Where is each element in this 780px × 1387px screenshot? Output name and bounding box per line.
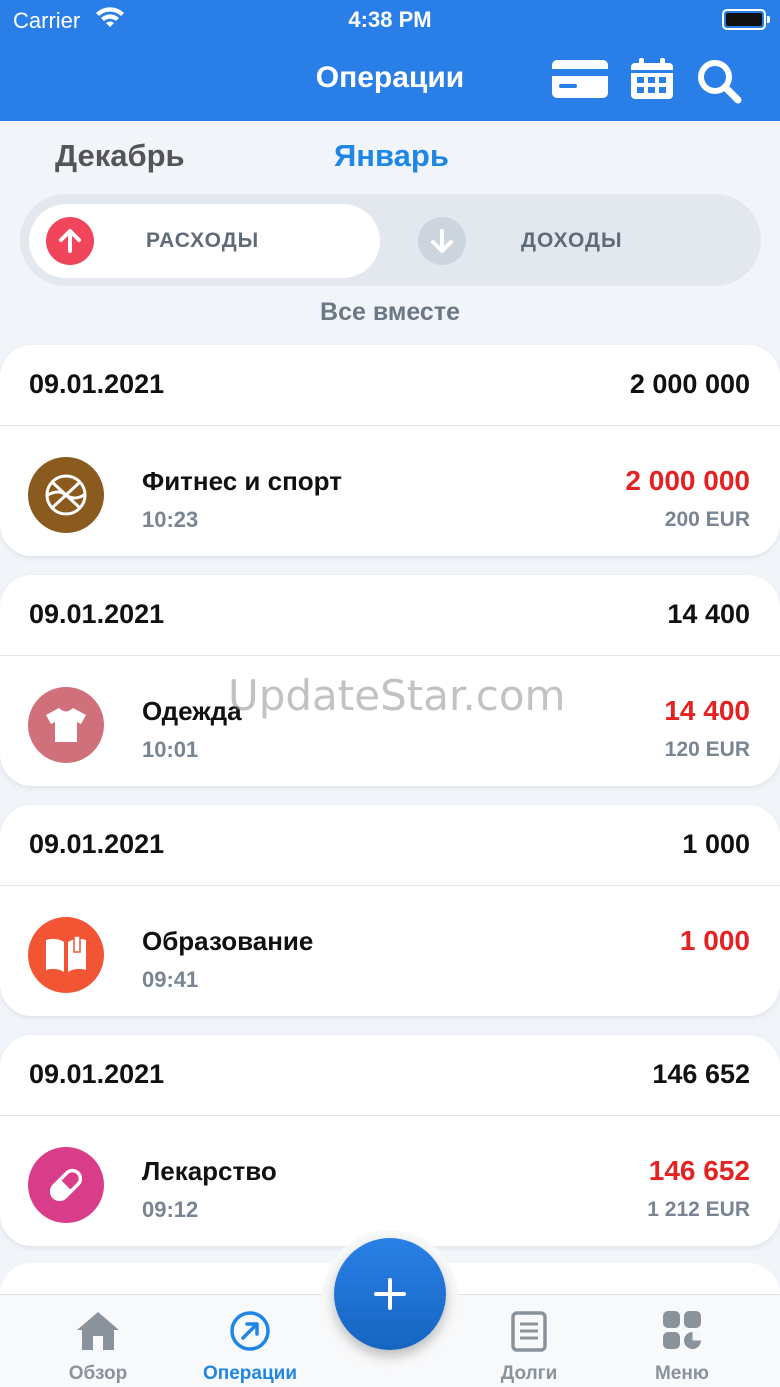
pill-icon xyxy=(28,1147,104,1223)
operation-amount: 1 000 xyxy=(679,925,750,956)
header: Carrier 4:38 PM Операции xyxy=(0,0,780,121)
operation-group[interactable]: 09.01.2021 146 652 Лекарство 09:12 146 6… xyxy=(0,1035,780,1246)
tab-menu-label: Меню xyxy=(654,1363,710,1384)
operation-amount: 14 400 xyxy=(664,695,750,726)
book-icon xyxy=(28,917,104,993)
category-name: Лекарство xyxy=(142,1156,277,1186)
operation-time: 09:41 xyxy=(142,967,199,992)
category-name: Образование xyxy=(142,926,314,956)
menu-icon xyxy=(663,1311,701,1349)
tab-debts-label: Долги xyxy=(500,1363,558,1384)
tab-month-current[interactable]: Январь xyxy=(334,138,449,174)
group-date: 09.01.2021 xyxy=(29,599,165,629)
plus-icon xyxy=(374,1278,406,1310)
group-date: 09.01.2021 xyxy=(29,1059,165,1089)
operation-amount-eur: 200 EUR xyxy=(664,508,750,531)
category-name: Фитнес и спорт xyxy=(142,466,342,496)
group-total: 1 000 xyxy=(682,829,750,859)
search-icon[interactable] xyxy=(696,58,742,104)
add-operation-button[interactable] xyxy=(334,1238,446,1350)
group-total: 146 652 xyxy=(652,1059,750,1089)
debts-icon xyxy=(511,1311,547,1352)
group-total: 14 400 xyxy=(667,599,750,629)
operation-group[interactable]: 09.01.2021 2 000 000 Фитнес и спорт 10:2… xyxy=(0,345,780,556)
divider xyxy=(0,425,780,426)
status-bar: Carrier 4:38 PM xyxy=(0,0,780,40)
operation-time: 09:12 xyxy=(142,1197,199,1222)
tab-operations-label: Операции xyxy=(202,1363,298,1384)
tab-month-prev[interactable]: Декабрь xyxy=(55,138,185,174)
arrow-up-icon xyxy=(46,217,94,265)
tshirt-icon xyxy=(28,687,104,763)
group-date: 09.01.2021 xyxy=(29,369,165,399)
operation-amount: 146 652 xyxy=(648,1155,750,1186)
operation-amount-eur: 1 212 EUR xyxy=(647,1198,750,1221)
operations-icon xyxy=(230,1311,270,1351)
operation-amount-eur: 120 EUR xyxy=(664,738,750,761)
card-icon[interactable] xyxy=(551,58,609,100)
divider xyxy=(0,1115,780,1116)
watermark: UpdateStar.com xyxy=(228,671,566,720)
category-name: Одежда xyxy=(142,696,242,726)
home-icon xyxy=(77,1312,119,1350)
battery-icon xyxy=(722,9,770,30)
group-total: 2 000 000 xyxy=(629,369,750,399)
operation-time: 10:01 xyxy=(142,737,199,762)
type-segmented-control: РАСХОДЫ ДОХОДЫ xyxy=(20,194,761,286)
clock: 4:38 PM xyxy=(348,7,432,32)
operation-group[interactable]: 09.01.2021 1 000 Образование 09:41 1 000 xyxy=(0,805,780,1016)
filter-subtitle[interactable]: Все вместе xyxy=(0,298,780,327)
arrow-down-icon[interactable] xyxy=(418,217,466,265)
divider xyxy=(0,885,780,886)
group-date: 09.01.2021 xyxy=(29,829,165,859)
tab-overview-label: Обзор xyxy=(68,1363,128,1384)
segment-income-label[interactable]: ДОХОДЫ xyxy=(521,229,623,253)
segment-expenses-label: РАСХОДЫ xyxy=(146,229,260,252)
basketball-icon xyxy=(28,457,104,533)
operation-amount: 2 000 000 xyxy=(625,465,750,496)
divider xyxy=(0,655,780,656)
calendar-icon[interactable] xyxy=(630,58,674,100)
operation-time: 10:23 xyxy=(142,507,199,532)
